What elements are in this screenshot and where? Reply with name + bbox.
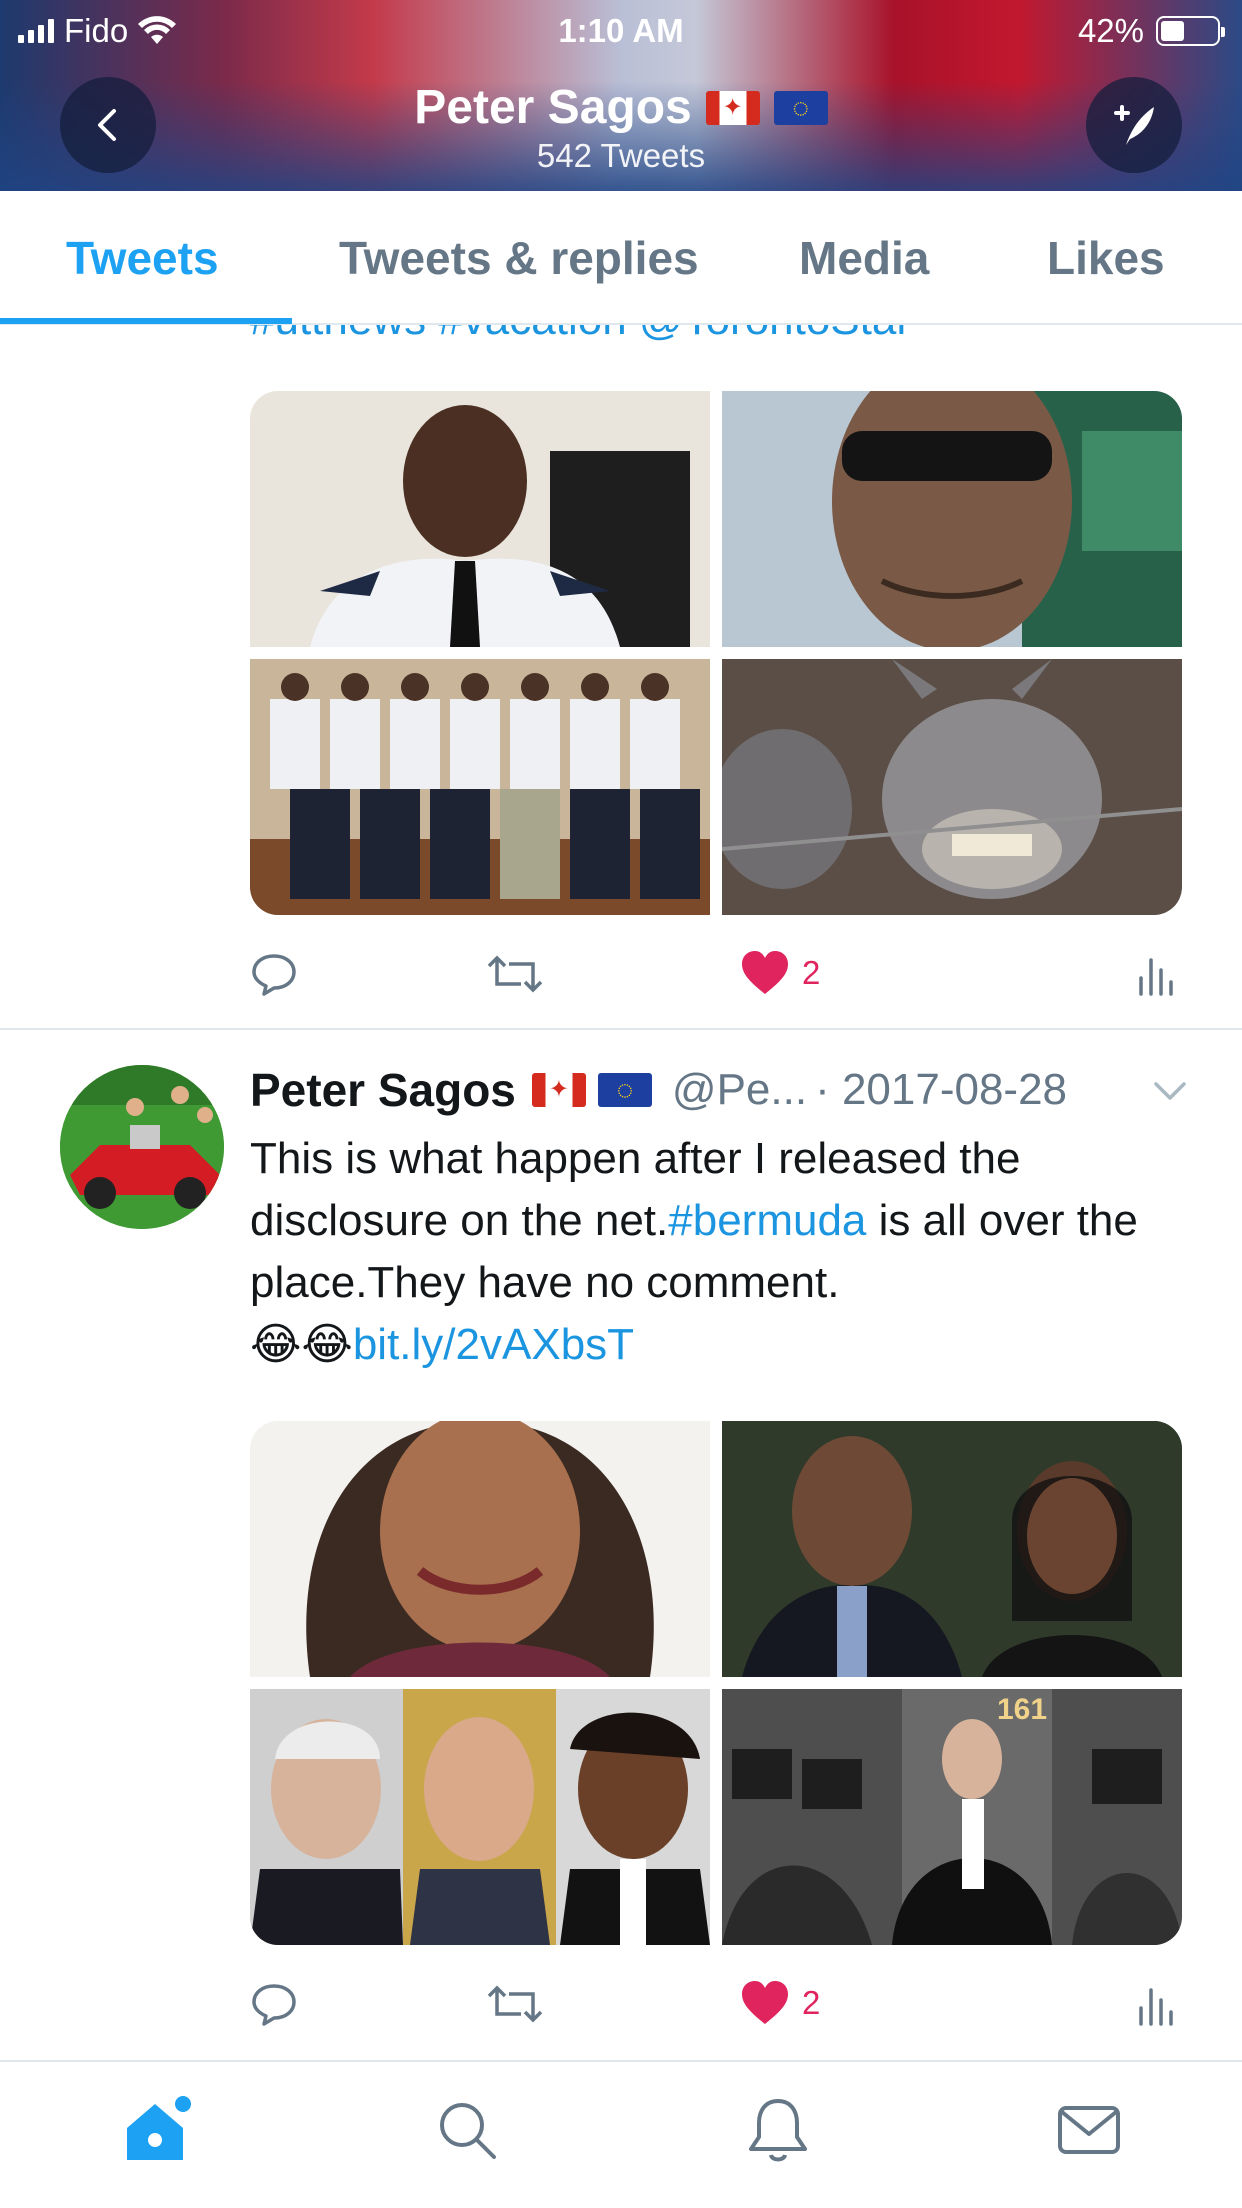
heart-filled-icon xyxy=(742,1981,788,2024)
tweet1-retweet-button[interactable] xyxy=(485,950,545,998)
officer-image xyxy=(310,405,690,647)
press-scrum-image: 161 xyxy=(722,1689,1182,1945)
tab-likes[interactable]: Likes xyxy=(1047,231,1165,285)
donkey-image xyxy=(722,659,1182,899)
battery-percent: 42% xyxy=(1077,12,1144,49)
tab-media[interactable]: Media xyxy=(799,231,929,285)
profile-title: Peter Sagos 542 Tweets xyxy=(0,80,1242,175)
tweet1-actions: 2 xyxy=(250,950,1182,1010)
status-time: 1:10 AM xyxy=(558,12,684,49)
canada-flag-icon xyxy=(531,1073,586,1107)
tweet1-like-count: 2 xyxy=(802,954,821,991)
tweet-feed[interactable]: #uttnews #vacation @TorontoStar xyxy=(0,325,1242,2060)
retweet-icon xyxy=(487,955,543,993)
tab-search[interactable] xyxy=(427,2090,507,2170)
eu-flag-icon xyxy=(597,1073,652,1107)
notifications-icon xyxy=(749,2099,807,2162)
tweet2-retweet-button[interactable] xyxy=(485,1980,545,2028)
battery-fill xyxy=(1161,21,1184,41)
sunglasses-face-image xyxy=(832,391,1182,647)
tweet2-date: · 2017-08-28 xyxy=(815,1065,1068,1114)
tweet2-like-button[interactable]: 2 xyxy=(740,1980,820,2026)
tweet1-photo-group[interactable] xyxy=(250,659,710,915)
woman-portrait-image xyxy=(306,1421,654,1677)
avatar-image xyxy=(60,1065,224,1229)
tweet1-media-grid[interactable] xyxy=(250,391,1182,915)
status-bar: Fido 1:10 AM 42% xyxy=(0,0,1242,62)
status-right: 42% xyxy=(1077,12,1225,50)
laughing-emoji: 😂😂 xyxy=(250,1320,353,1369)
tweet2-link[interactable]: bit.ly/2vAXbsT xyxy=(353,1320,634,1369)
profile-name-row: Peter Sagos xyxy=(414,80,828,135)
compose-tweet-button[interactable] xyxy=(1086,77,1182,173)
search-icon xyxy=(440,2103,496,2159)
tweet2-reply-button[interactable] xyxy=(250,1980,298,2028)
tab-messages[interactable] xyxy=(1049,2090,1129,2170)
tweet2-photo-barristers[interactable] xyxy=(250,1689,710,1945)
building-number: 161 xyxy=(997,1693,1047,1726)
group-officers-image xyxy=(250,673,710,915)
tweet2-handle[interactable]: @Pe... xyxy=(672,1065,807,1115)
reply-icon xyxy=(252,954,296,996)
tab-tweets[interactable]: Tweets xyxy=(66,231,219,285)
tweet1-photo-sunglasses[interactable] xyxy=(722,391,1182,647)
bottom-tab-bar xyxy=(0,2060,1242,2208)
chevron-down-icon[interactable] xyxy=(1150,1072,1190,1108)
heart-filled-icon xyxy=(742,951,788,994)
tweet2-header: Peter Sagos @Pe... · 2017-08-28 xyxy=(250,1062,1190,1118)
nav-row: Peter Sagos 542 Tweets xyxy=(0,62,1242,191)
tweet-divider xyxy=(0,1028,1242,1030)
tweet2-photo-couple[interactable] xyxy=(722,1421,1182,1677)
previous-tweet-hashtags[interactable]: #uttnews #vacation @TorontoStar xyxy=(250,325,911,345)
tweet-count: 542 Tweets xyxy=(536,137,706,174)
tweet1-reply-button[interactable] xyxy=(250,950,298,998)
profile-header: Fido 1:10 AM 42% Peter Sagos ✦ ◌ 542 Twe… xyxy=(0,0,1242,191)
analytics-icon xyxy=(1139,1988,1173,2026)
home-icon xyxy=(127,2096,191,2160)
eu-flag-icon xyxy=(773,90,828,125)
bermuda-hashtag[interactable]: #bermuda xyxy=(668,1196,866,1245)
tweet2-analytics-button[interactable] xyxy=(1135,1980,1175,2028)
tweet1-analytics-button[interactable] xyxy=(1135,950,1175,998)
reply-icon xyxy=(252,1984,296,2026)
tweet2-photo-press[interactable]: 161 xyxy=(722,1689,1182,1945)
tweet1-photo-officer[interactable] xyxy=(250,391,710,647)
profile-name: Peter Sagos xyxy=(414,81,692,134)
tab-tweets-and-replies[interactable]: Tweets & replies xyxy=(339,231,699,285)
tweet1-like-button[interactable]: 2 xyxy=(740,950,820,996)
profile-tabs: Tweets Tweets & replies Media Likes xyxy=(0,191,1242,325)
barristers-collage-image xyxy=(250,1689,710,1945)
battery-icon xyxy=(1156,16,1225,46)
retweet-icon xyxy=(487,1985,543,2023)
tweet2-photo-woman[interactable] xyxy=(250,1421,710,1677)
messages-icon xyxy=(1058,2106,1120,2154)
canada-flag-icon xyxy=(705,90,760,125)
tab-notifications[interactable] xyxy=(738,2090,818,2170)
analytics-icon xyxy=(1139,958,1173,996)
tweet2-media-grid[interactable]: 161 xyxy=(250,1421,1182,1945)
tweet2-author-name[interactable]: Peter Sagos xyxy=(250,1063,516,1117)
compose-feather-icon xyxy=(1114,105,1154,145)
couple-image xyxy=(722,1421,1182,1677)
active-tab-indicator xyxy=(0,318,292,324)
tweet2-like-count: 2 xyxy=(802,1984,821,2021)
avatar[interactable] xyxy=(60,1065,224,1229)
tab-home[interactable] xyxy=(117,2090,197,2170)
tweet2-actions: 2 xyxy=(250,1980,1182,2040)
tweet1-photo-donkey[interactable] xyxy=(722,659,1182,915)
tweet2-text: This is what happen after I released the… xyxy=(250,1128,1180,1376)
